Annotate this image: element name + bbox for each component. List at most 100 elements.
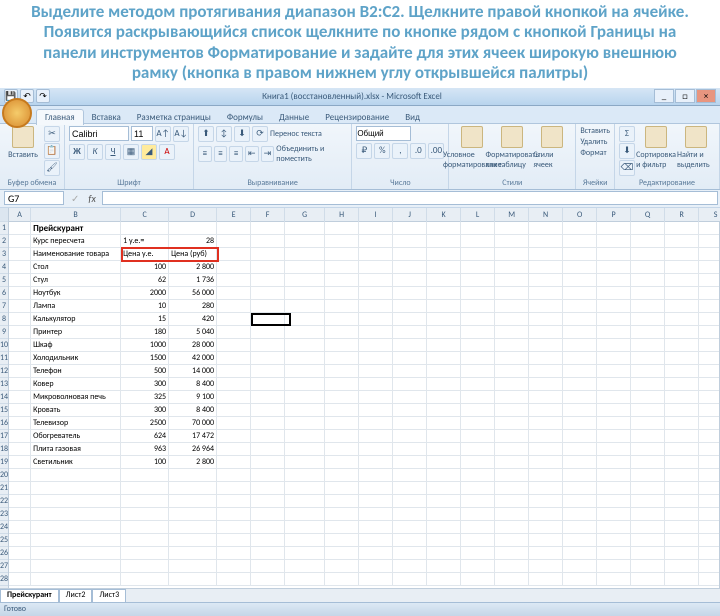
cell[interactable] bbox=[9, 326, 31, 339]
cell[interactable]: Шкаф bbox=[31, 339, 121, 352]
cell[interactable]: 8 400 bbox=[169, 378, 217, 391]
cell[interactable] bbox=[285, 482, 325, 495]
cell[interactable] bbox=[285, 573, 325, 586]
align-right-icon[interactable]: ≡ bbox=[229, 146, 243, 162]
cell[interactable] bbox=[285, 235, 325, 248]
cell[interactable] bbox=[251, 443, 285, 456]
cell[interactable] bbox=[461, 326, 495, 339]
cell[interactable] bbox=[427, 404, 461, 417]
cell[interactable]: 500 bbox=[121, 365, 169, 378]
cell[interactable] bbox=[325, 274, 359, 287]
autosum-icon[interactable]: Σ bbox=[619, 126, 635, 142]
cell[interactable] bbox=[563, 573, 597, 586]
cell[interactable] bbox=[461, 521, 495, 534]
cell[interactable] bbox=[325, 352, 359, 365]
format-cells-button[interactable]: Формат bbox=[580, 148, 606, 158]
cell[interactable] bbox=[359, 508, 393, 521]
cell[interactable] bbox=[217, 404, 251, 417]
cell[interactable] bbox=[631, 456, 665, 469]
cell[interactable] bbox=[121, 534, 169, 547]
cell[interactable] bbox=[529, 443, 563, 456]
cell[interactable] bbox=[461, 300, 495, 313]
cell[interactable] bbox=[359, 482, 393, 495]
cell[interactable] bbox=[9, 443, 31, 456]
cell[interactable] bbox=[31, 495, 121, 508]
row-header[interactable]: 1 bbox=[0, 222, 8, 235]
cell[interactable] bbox=[529, 456, 563, 469]
cell[interactable] bbox=[217, 365, 251, 378]
cell[interactable]: 70 000 bbox=[169, 417, 217, 430]
cell[interactable] bbox=[251, 508, 285, 521]
cell[interactable] bbox=[461, 274, 495, 287]
cell[interactable] bbox=[427, 287, 461, 300]
cell[interactable] bbox=[495, 495, 529, 508]
cell[interactable] bbox=[427, 443, 461, 456]
select-all-corner[interactable] bbox=[0, 208, 8, 222]
cell[interactable]: 1 у.е.= bbox=[121, 235, 169, 248]
cell[interactable] bbox=[251, 417, 285, 430]
cell[interactable]: 2 800 bbox=[169, 261, 217, 274]
cell[interactable] bbox=[631, 417, 665, 430]
cell[interactable] bbox=[699, 508, 720, 521]
cell[interactable] bbox=[665, 534, 699, 547]
cell[interactable] bbox=[563, 235, 597, 248]
cell[interactable] bbox=[427, 222, 461, 235]
cell[interactable] bbox=[461, 482, 495, 495]
cell[interactable] bbox=[251, 495, 285, 508]
cell[interactable] bbox=[631, 339, 665, 352]
cell[interactable] bbox=[9, 261, 31, 274]
horizontal-scrollbar[interactable] bbox=[126, 589, 720, 602]
cell[interactable] bbox=[563, 469, 597, 482]
cell[interactable] bbox=[665, 456, 699, 469]
cell[interactable] bbox=[665, 326, 699, 339]
cell[interactable] bbox=[495, 274, 529, 287]
row-header[interactable]: 12 bbox=[0, 365, 8, 378]
cell[interactable] bbox=[359, 521, 393, 534]
cell[interactable] bbox=[699, 300, 720, 313]
cell[interactable] bbox=[325, 248, 359, 261]
cell[interactable] bbox=[631, 521, 665, 534]
cell[interactable] bbox=[563, 365, 597, 378]
cell[interactable] bbox=[665, 248, 699, 261]
cell[interactable] bbox=[251, 300, 285, 313]
cell[interactable]: 2 800 bbox=[169, 456, 217, 469]
cell[interactable] bbox=[169, 547, 217, 560]
cell[interactable] bbox=[217, 430, 251, 443]
cell[interactable] bbox=[631, 495, 665, 508]
cell[interactable] bbox=[217, 391, 251, 404]
cell[interactable] bbox=[427, 326, 461, 339]
cell[interactable] bbox=[31, 573, 121, 586]
number-format-select[interactable] bbox=[356, 126, 411, 141]
cell[interactable] bbox=[251, 469, 285, 482]
row-header[interactable]: 4 bbox=[0, 261, 8, 274]
cell[interactable] bbox=[529, 547, 563, 560]
cell[interactable] bbox=[699, 326, 720, 339]
cell[interactable] bbox=[393, 222, 427, 235]
cell[interactable] bbox=[217, 248, 251, 261]
cell[interactable] bbox=[563, 313, 597, 326]
align-middle-icon[interactable]: ↕ bbox=[216, 126, 232, 142]
cell[interactable]: 10 bbox=[121, 300, 169, 313]
cell[interactable] bbox=[285, 417, 325, 430]
cell[interactable] bbox=[285, 352, 325, 365]
insert-cells-button[interactable]: Вставить bbox=[580, 126, 610, 136]
cell[interactable]: Ноутбук bbox=[31, 287, 121, 300]
cell[interactable] bbox=[359, 417, 393, 430]
cell[interactable] bbox=[427, 391, 461, 404]
cell[interactable] bbox=[495, 573, 529, 586]
cell[interactable]: 100 bbox=[121, 456, 169, 469]
cell[interactable] bbox=[665, 430, 699, 443]
cell[interactable] bbox=[427, 313, 461, 326]
cell[interactable] bbox=[699, 378, 720, 391]
column-header[interactable]: K bbox=[427, 208, 461, 222]
cell[interactable] bbox=[631, 300, 665, 313]
cell[interactable] bbox=[359, 534, 393, 547]
cell[interactable] bbox=[217, 287, 251, 300]
cell[interactable] bbox=[699, 495, 720, 508]
cell[interactable] bbox=[699, 235, 720, 248]
cell[interactable] bbox=[631, 404, 665, 417]
cell[interactable] bbox=[699, 456, 720, 469]
cell[interactable] bbox=[359, 391, 393, 404]
name-box[interactable]: G7 bbox=[4, 191, 64, 205]
cell[interactable] bbox=[563, 339, 597, 352]
